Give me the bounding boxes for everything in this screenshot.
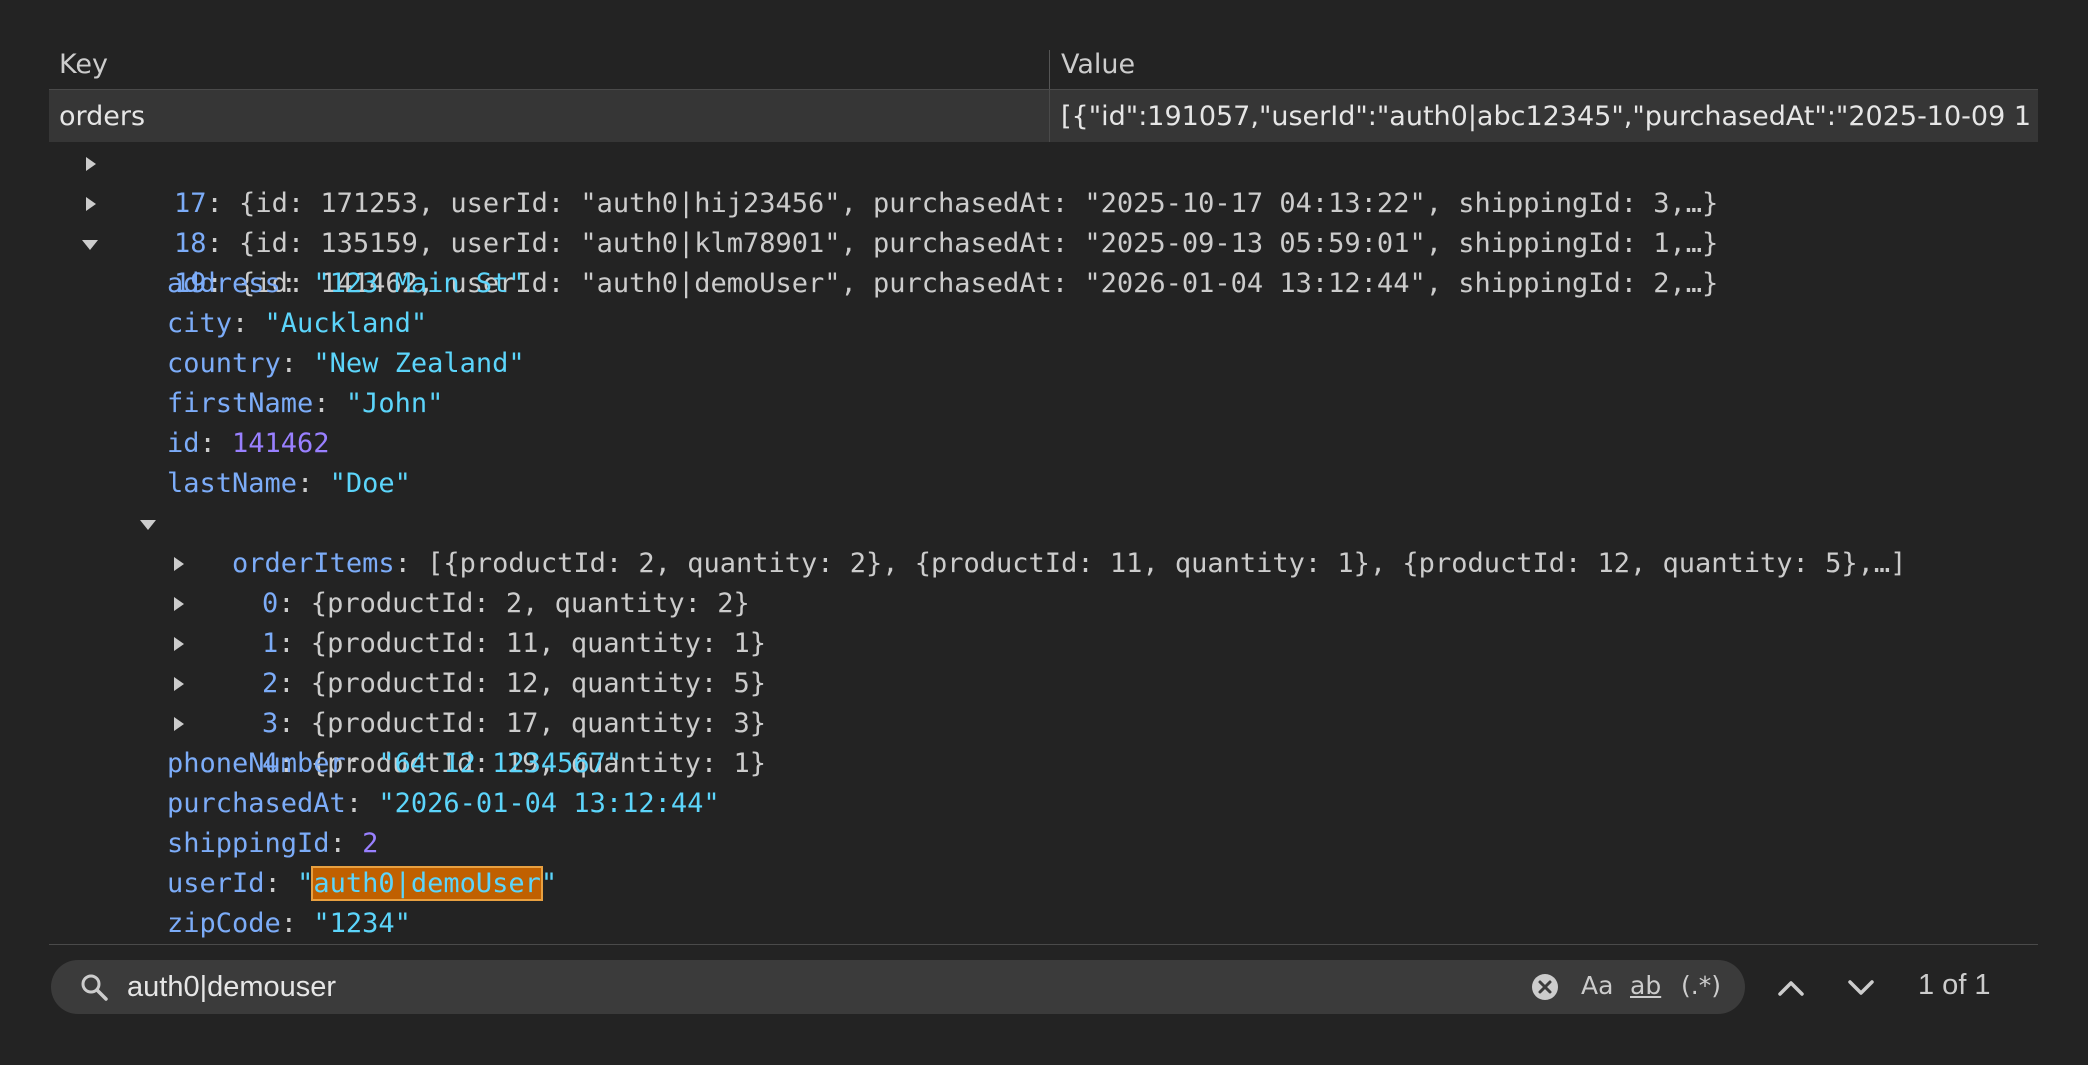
field-purchasedat[interactable]: purchasedAt: "2026-01-04 13:12:44" — [167, 784, 720, 824]
search-divider — [49, 944, 2038, 945]
row-key: orders — [59, 101, 146, 132]
field-id[interactable]: id: 141462 — [167, 424, 330, 464]
next-match-icon[interactable] — [1843, 970, 1879, 1006]
previous-match-icon[interactable] — [1773, 970, 1809, 1006]
search-icon — [81, 974, 108, 1001]
row-divider — [1049, 90, 1050, 142]
order-item-3[interactable]: 3: {productId: 17, quantity: 3} — [174, 664, 766, 739]
order-item-4[interactable]: 4: {productId: 19, quantity: 1} — [174, 704, 766, 779]
expand-arrow-icon[interactable] — [167, 624, 191, 664]
match-whole-word-toggle[interactable]: ab — [1630, 971, 1661, 1000]
expand-arrow-icon[interactable] — [79, 184, 103, 224]
table-row[interactable]: orders [{"id":191057,"userId":"auth0|abc… — [49, 90, 2038, 142]
search-input[interactable] — [127, 960, 1547, 1014]
order-item-2[interactable]: 2: {productId: 12, quantity: 5} — [174, 624, 766, 699]
tree-item-18[interactable]: 18: {id: 135159, userId: "auth0|klm78901… — [86, 184, 1718, 259]
field-lastname[interactable]: lastName: "Doe" — [167, 464, 411, 504]
expand-arrow-icon[interactable] — [167, 544, 191, 584]
tree-item-17[interactable]: 17: {id: 171253, userId: "auth0|hij23456… — [86, 144, 1718, 219]
column-divider[interactable] — [1049, 50, 1050, 89]
field-shippingid[interactable]: shippingId: 2 — [167, 824, 378, 864]
field-userid[interactable]: userId: "auth0|demoUser" — [167, 864, 557, 904]
row-value: [{"id":191057,"userId":"auth0|abc12345",… — [1061, 101, 2031, 132]
field-city[interactable]: city: "Auckland" — [167, 304, 427, 344]
search-match-highlight: auth0|demoUser — [311, 866, 543, 901]
collapse-arrow-icon[interactable] — [137, 504, 161, 544]
field-zipcode[interactable]: zipCode: "1234" — [167, 904, 411, 944]
search-bar: Aa ab (.*) — [51, 960, 1745, 1014]
field-country[interactable]: country: "New Zealand" — [167, 344, 525, 384]
expand-arrow-icon[interactable] — [167, 664, 191, 704]
expand-arrow-icon[interactable] — [79, 144, 103, 184]
match-count: 1 of 1 — [1918, 969, 1991, 1001]
expand-arrow-icon[interactable] — [167, 704, 191, 744]
json-tree-view: 17: {id: 171253, userId: "auth0|hij23456… — [49, 144, 2038, 944]
field-orderitems[interactable]: orderItems: [{productId: 2, quantity: 2}… — [140, 504, 1906, 579]
expand-arrow-icon[interactable] — [167, 584, 191, 624]
use-regex-toggle[interactable]: (.*) — [1681, 971, 1721, 1000]
field-firstname[interactable]: firstName: "John" — [167, 384, 443, 424]
value-column-header: Value — [1061, 49, 1136, 80]
key-column-header: Key — [59, 49, 108, 80]
field-phonenumber[interactable]: phoneNumber: "64 12 1234567" — [167, 744, 622, 784]
order-item-1[interactable]: 1: {productId: 11, quantity: 1} — [174, 584, 766, 659]
table-header: Key Value — [49, 44, 2038, 90]
order-item-0[interactable]: 0: {productId: 2, quantity: 2} — [174, 544, 750, 619]
match-case-toggle[interactable]: Aa — [1581, 971, 1613, 1000]
field-address[interactable]: address: "123 Main St" — [167, 264, 525, 304]
clear-search-icon[interactable] — [1530, 972, 1560, 1002]
tree-item-19[interactable]: 19: {id: 141462, userId: "auth0|demoUser… — [82, 224, 1718, 299]
collapse-arrow-icon[interactable] — [79, 224, 103, 264]
